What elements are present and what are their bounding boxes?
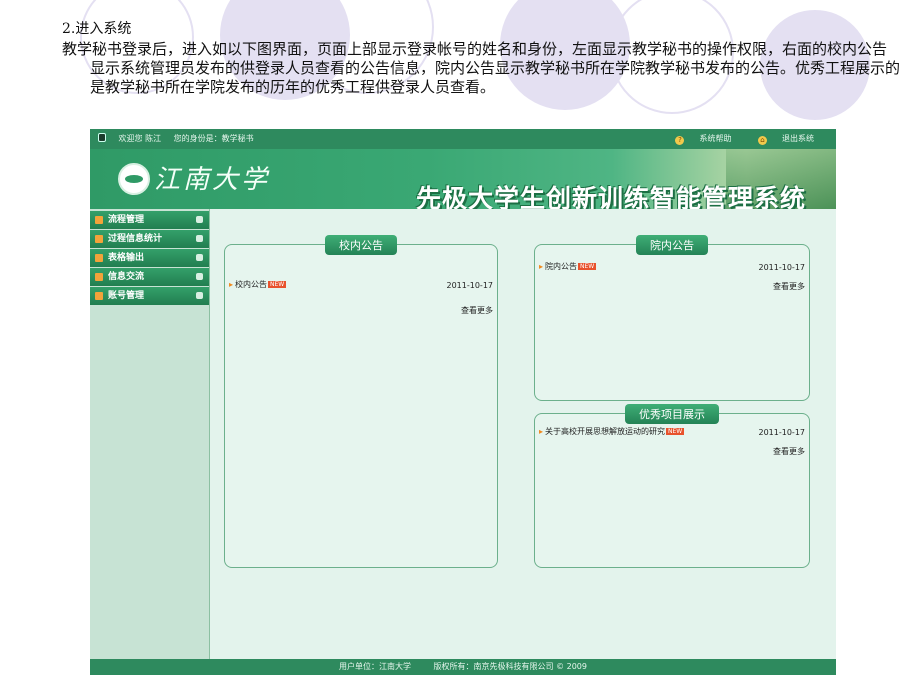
help-label: 系统帮助 [699, 134, 732, 143]
panel-title: 优秀项目展示 [625, 404, 719, 424]
university-logo-icon [118, 163, 150, 195]
folder-icon [95, 216, 103, 224]
footer-copyright: 版权所有：南京先极科技有限公司 © 2009 [433, 662, 587, 671]
main-content: 校内公告 ▸ 校内公告 NEW 2011-10-17 查看更多 院内公告 ▸ 院内公告… [210, 209, 836, 659]
view-more-link[interactable]: 查看更多 [773, 281, 805, 292]
folder-icon [95, 273, 103, 281]
identity-text: 您的身份是：教学秘书 [173, 134, 254, 143]
expand-icon [196, 273, 203, 280]
excellent-projects-panel: 优秀项目展示 ▸ 关于高校开展思想解放运动的研究 NEW 2011-10-17 查看… [534, 404, 810, 568]
project-title: 关于高校开展思想解放运动的研究 [545, 427, 666, 436]
university-logo-text: 江南大学 [154, 165, 271, 195]
sidebar-item-accounts[interactable]: 账号管理 [90, 287, 209, 305]
sidebar-item-process[interactable]: 流程管理 [90, 211, 209, 229]
sidebar-item-label: 流程管理 [108, 215, 145, 225]
panel-title: 校内公告 [325, 235, 397, 255]
project-date: 2011-10-17 [758, 428, 806, 437]
announcement-title: 校内公告 [235, 280, 268, 289]
new-badge: NEW [578, 263, 597, 270]
logout-link[interactable]: ⌂ 退出系统 [746, 134, 814, 145]
folder-icon [95, 254, 103, 262]
app-screenshot: 欢迎您 陈江 您的身份是：教学秘书 ? 系统帮助 ⌂ 退出系统 江南大学 先极大学生… [90, 129, 836, 675]
folder-icon [95, 292, 103, 300]
sidebar-item-label: 过程信息统计 [108, 234, 163, 244]
welcome-text: 欢迎您 陈江 [118, 134, 162, 143]
panel-title: 院内公告 [636, 235, 708, 255]
announcement-item[interactable]: ▸ 校内公告 NEW [229, 279, 287, 290]
bullet-icon: ▸ [539, 262, 544, 271]
sidebar: 流程管理 过程信息统计 表格输出 信息交流 账号管理 [90, 209, 210, 659]
sidebar-item-label: 账号管理 [108, 291, 145, 301]
new-badge: NEW [268, 281, 287, 288]
help-link[interactable]: ? 系统帮助 [663, 134, 732, 145]
footer-unit: 用户单位：江南大学 [339, 662, 411, 671]
banner: 江南大学 先极大学生创新训练智能管理系统 [90, 149, 836, 213]
announcement-date: 2011-10-17 [446, 281, 494, 290]
bullet-icon: ▸ [229, 280, 234, 289]
school-announcements-panel: 校内公告 ▸ 校内公告 NEW 2011-10-17 查看更多 [224, 235, 498, 568]
expand-icon [196, 254, 203, 261]
help-icon: ? [675, 136, 685, 145]
sidebar-item-stats[interactable]: 过程信息统计 [90, 230, 209, 248]
announcement-item[interactable]: ▸ 院内公告 NEW [539, 261, 597, 272]
new-badge: NEW [666, 428, 685, 435]
home-icon: ⌂ [758, 136, 767, 145]
footer: 用户单位：江南大学 版权所有：南京先极科技有限公司 © 2009 [90, 659, 836, 675]
sidebar-item-messages[interactable]: 信息交流 [90, 268, 209, 286]
expand-icon [196, 292, 203, 299]
sidebar-item-label: 信息交流 [108, 272, 145, 282]
expand-icon [196, 235, 203, 242]
top-bar: 欢迎您 陈江 您的身份是：教学秘书 ? 系统帮助 ⌂ 退出系统 [90, 129, 836, 149]
bullet-icon: ▸ [539, 427, 544, 436]
logout-label: 退出系统 [782, 134, 814, 143]
announcement-title: 院内公告 [545, 262, 578, 271]
announcement-date: 2011-10-17 [758, 263, 806, 272]
project-item[interactable]: ▸ 关于高校开展思想解放运动的研究 NEW [539, 426, 685, 437]
view-more-link[interactable]: 查看更多 [773, 446, 805, 457]
section-heading: 2.进入系统 [62, 21, 132, 37]
expand-icon [196, 216, 203, 223]
college-announcements-panel: 院内公告 ▸ 院内公告 NEW 2011-10-17 查看更多 [534, 235, 810, 401]
sidebar-item-forms[interactable]: 表格输出 [90, 249, 209, 267]
section-paragraph: 教学秘书登录后，进入如以下图界面，页面上部显示登录帐号的姓名和身份，左面显示教学… [62, 40, 901, 96]
view-more-link[interactable]: 查看更多 [461, 305, 493, 316]
folder-icon [95, 235, 103, 243]
sidebar-item-label: 表格输出 [108, 253, 145, 263]
user-icon [98, 133, 106, 142]
